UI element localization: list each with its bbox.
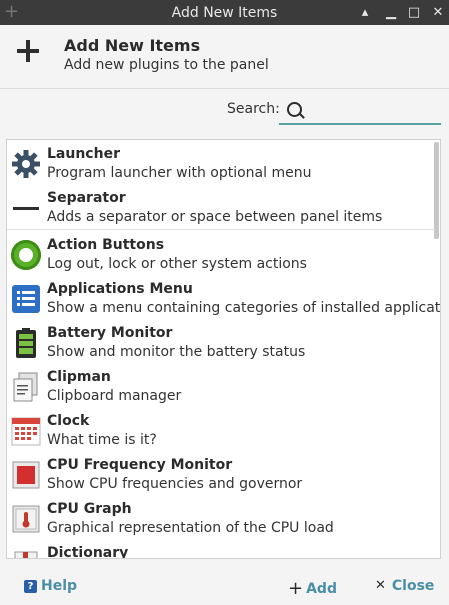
dictionary-icon bbox=[11, 548, 41, 558]
list-divider bbox=[7, 229, 435, 230]
help-icon: ? bbox=[24, 580, 37, 593]
maximize-button[interactable]: □ bbox=[404, 3, 424, 23]
item-desc: Log out, lock or other system actions bbox=[47, 256, 307, 272]
add-label: Add bbox=[306, 581, 337, 597]
list-item-battery-monitor[interactable]: Battery Monitor Show and monitor the bat… bbox=[7, 321, 435, 365]
help-label: Help bbox=[41, 578, 78, 594]
item-name: CPU Frequency Monitor bbox=[47, 457, 233, 473]
calendar-icon bbox=[11, 416, 41, 446]
help-button[interactable]: ? Help bbox=[24, 578, 77, 598]
list-item-launcher[interactable]: Launcher Program launcher with optional … bbox=[7, 142, 435, 186]
list-item-clock[interactable]: Clock What time is it? bbox=[7, 409, 435, 453]
list-item-applications-menu[interactable]: Applications Menu Show a menu containing… bbox=[7, 277, 440, 321]
item-desc: Adds a separator or space between panel … bbox=[47, 209, 383, 225]
close-window-button[interactable]: ✕ bbox=[428, 3, 448, 23]
item-name: Dictionary bbox=[47, 545, 129, 559]
minimize-button[interactable]: ▁ bbox=[381, 3, 401, 23]
close-icon: ✕ bbox=[375, 578, 386, 593]
item-name: Launcher bbox=[47, 146, 120, 162]
action-buttons-icon bbox=[11, 240, 41, 270]
search-label: Search: bbox=[227, 101, 280, 117]
clipboard-icon bbox=[11, 372, 41, 402]
list-item-action-buttons[interactable]: Action Buttons Log out, lock or other sy… bbox=[7, 233, 435, 277]
add-button[interactable]: + Add bbox=[288, 578, 337, 599]
cpu-freq-icon bbox=[11, 460, 41, 490]
item-desc: Show CPU frequencies and governor bbox=[47, 476, 303, 492]
applications-menu-icon bbox=[11, 284, 41, 314]
page-subtitle: Add new plugins to the panel bbox=[64, 57, 269, 73]
item-name: Applications Menu bbox=[47, 281, 193, 297]
gear-icon bbox=[11, 149, 41, 179]
item-desc: Graphical representation of the CPU load bbox=[47, 520, 334, 536]
search-box[interactable] bbox=[279, 97, 441, 125]
battery-icon bbox=[11, 328, 41, 358]
list-item-separator[interactable]: Separator Adds a separator or space betw… bbox=[7, 186, 435, 230]
search-input[interactable] bbox=[307, 101, 436, 121]
item-name: Battery Monitor bbox=[47, 325, 173, 341]
header-divider bbox=[0, 88, 449, 89]
list-item-dictionary[interactable]: Dictionary bbox=[7, 541, 435, 559]
item-desc: What time is it? bbox=[47, 432, 157, 448]
plugin-list[interactable]: Launcher Program launcher with optional … bbox=[6, 139, 441, 559]
item-desc: Show a menu containing categories of ins… bbox=[47, 300, 441, 316]
item-desc: Show and monitor the battery status bbox=[47, 344, 306, 360]
item-name: Clock bbox=[47, 413, 90, 429]
plus-icon: + bbox=[288, 578, 304, 599]
close-button[interactable]: ✕ Close bbox=[375, 578, 434, 598]
page-title: Add New Items bbox=[64, 36, 201, 55]
close-label: Close bbox=[391, 578, 435, 594]
item-desc: Program launcher with optional menu bbox=[47, 165, 312, 181]
item-desc: Clipboard manager bbox=[47, 388, 182, 404]
cpu-graph-icon bbox=[11, 504, 41, 534]
search-icon bbox=[287, 102, 302, 117]
item-name: CPU Graph bbox=[47, 501, 132, 517]
list-item-cpu-graph[interactable]: CPU Graph Graphical representation of th… bbox=[7, 497, 435, 541]
list-item-clipman[interactable]: Clipman Clipboard manager bbox=[7, 365, 435, 409]
separator-icon bbox=[11, 193, 41, 223]
item-name: Action Buttons bbox=[47, 237, 165, 253]
add-icon bbox=[15, 38, 41, 64]
window-titlebar: + Add New Items ▴ ▁ □ ✕ bbox=[0, 0, 449, 25]
item-name: Separator bbox=[47, 190, 126, 206]
list-item-cpu-frequency-monitor[interactable]: CPU Frequency Monitor Show CPU frequenci… bbox=[7, 453, 435, 497]
item-name: Clipman bbox=[47, 369, 111, 385]
shade-button[interactable]: ▴ bbox=[355, 3, 375, 23]
